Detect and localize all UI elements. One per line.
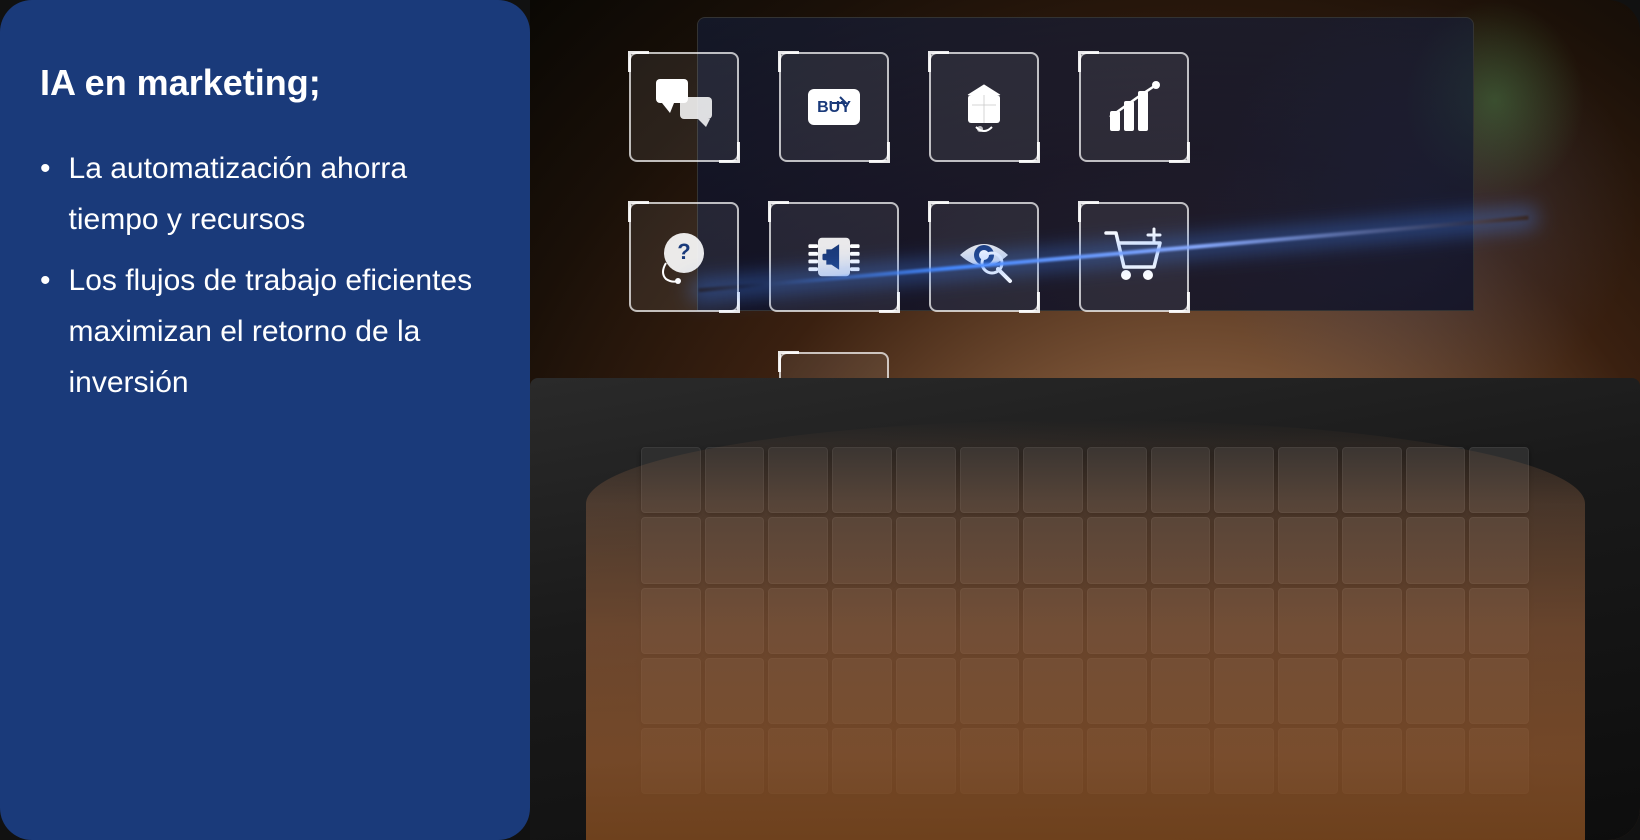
analytics-icon-card <box>1079 52 1189 162</box>
bullet-item-2: • Los flujos de trabajo eficientes maxim… <box>40 255 480 408</box>
buy-icon-card: BUY <box>779 52 889 162</box>
chat-icon <box>652 75 716 139</box>
laptop-background: BUY <box>530 0 1640 840</box>
main-container: IA en marketing; • La automatización aho… <box>0 0 1640 840</box>
delivery-icon-card <box>929 52 1039 162</box>
left-panel: IA en marketing; • La automatización aho… <box>0 0 530 840</box>
ai-head-icon: ? <box>652 225 716 289</box>
hands-overlay <box>586 420 1585 840</box>
search-eye-icon-card <box>929 202 1039 312</box>
right-panel: BUY <box>530 0 1640 840</box>
panel-title: IA en marketing; <box>40 60 480 107</box>
search-eye-icon <box>952 225 1016 289</box>
ai-head-icon-card: ? <box>629 202 739 312</box>
buy-icon: BUY <box>802 75 866 139</box>
bullet-dot-1: • <box>40 145 51 193</box>
analytics-icon <box>1102 75 1166 139</box>
cart-icon <box>1102 225 1166 289</box>
svg-text:BUY: BUY <box>817 99 851 116</box>
bullet-text-1: La automatización ahorra tiempo y recurs… <box>69 143 480 245</box>
marketing-chip-icon-card <box>769 202 899 312</box>
svg-text:?: ? <box>677 239 690 264</box>
bullet-item-1: • La automatización ahorra tiempo y recu… <box>40 143 480 245</box>
chat-icon-card <box>629 52 739 162</box>
bullet-text-2: Los flujos de trabajo eficientes maximiz… <box>69 255 480 408</box>
bullet-dot-2: • <box>40 257 51 305</box>
delivery-icon <box>952 75 1016 139</box>
bullet-list: • La automatización ahorra tiempo y recu… <box>40 143 480 418</box>
